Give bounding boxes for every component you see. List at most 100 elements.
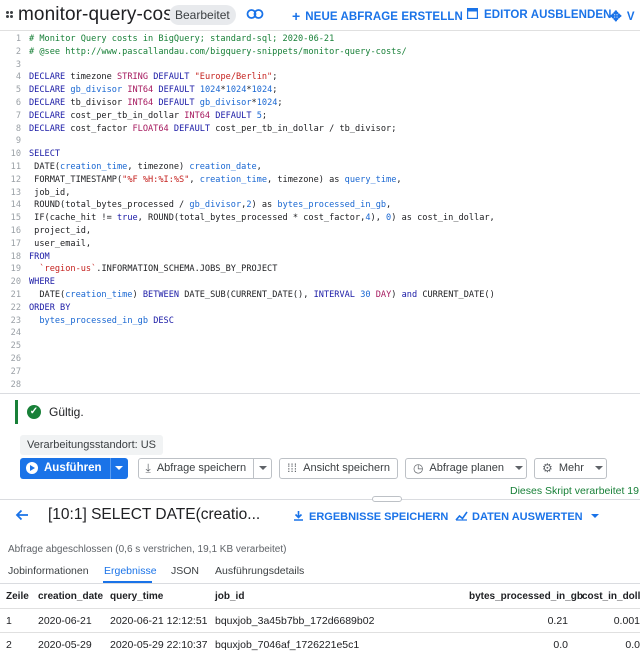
tab-json[interactable]: JSON [171,565,199,577]
code-text: ROUND(total_bytes_processed / gb_divisor… [29,200,392,211]
more-button[interactable]: ⚙ Mehr [534,457,607,479]
code-line[interactable]: 5 DECLARE gb_divisor INT64 DEFAULT 1024*1… [0,85,640,97]
run-button[interactable]: Ausführen [20,457,110,479]
column-header[interactable]: Zeile [6,584,29,609]
line-number: 18 [10,251,21,262]
code-line[interactable]: 7 DECLARE cost_per_tb_in_dollar INT64 DEF… [0,111,640,123]
tab-job-info[interactable]: Jobinformationen [8,565,89,577]
code-line[interactable]: 10 SELECT [0,149,640,161]
code-line[interactable]: 17 user_email, [0,239,640,251]
save-query-button[interactable]: ⤓ Abfrage speichern [137,457,255,479]
query-toolbar: Ausführen ⤓ Abfrage speichern ⁞⁞⁞ Ansich… [20,457,607,479]
code-line[interactable]: 6 DECLARE tb_divisor INT64 DEFAULT gb_div… [0,98,640,110]
column-header[interactable]: query_time [110,584,163,609]
code-line[interactable]: 13 job_id, [0,188,640,200]
line-number: 9 [15,136,21,147]
code-text: FORMAT_TIMESTAMP("%F %H:%I:%S", creation… [29,174,402,185]
new-query-button[interactable]: + NEUE ABFRAGE ERSTELLN [292,8,463,24]
line-number: 16 [10,226,21,236]
code-line[interactable]: 28 [0,380,640,392]
tab-execution-details[interactable]: Ausführungsdetails [215,565,304,577]
save-results-button[interactable]: ERGEBNISSE SPEICHERN [293,510,448,523]
chart-icon [455,511,468,521]
link-icon[interactable] [246,7,264,21]
grid-icon: ⁞⁞⁞ [287,461,298,475]
query-titlebar: monitor-query-costs Bearbeitet + NEUE ABF… [0,0,640,30]
script-processing-info: Dieses Skript verarbeitet 19,1 K [510,485,640,497]
code-line[interactable]: 26 [0,354,640,366]
code-text: IF(cache_hit != true, ROUND(total_bytes_… [29,213,495,224]
line-number: 23 [10,315,21,326]
save-query-dropdown[interactable] [254,457,273,479]
table-row: 2 2020-05-29 2020-05-29 22:10:37 bquxjob… [0,633,640,654]
back-arrow-icon[interactable] [14,507,30,523]
code-line[interactable]: 15 IF(cache_hit != true, ROUND(total_byt… [0,213,640,225]
code-text: # Monitor Query costs in BigQuery; stand… [29,34,335,44]
resize-handle[interactable] [372,496,402,502]
code-text: DATE(creation_time) BETWEEN DATE_SUB(CUR… [29,290,495,300]
code-line[interactable]: 2 # @see http://www.pascallandau.com/bigq… [0,47,640,59]
code-line[interactable]: 25 [0,341,640,353]
table-row: 1 2020-06-21 2020-06-21 12:12:51 bquxjob… [0,609,640,633]
line-number: 4 [15,72,21,83]
code-line[interactable]: 19 `region-us`.INFORMATION_SCHEMA.JOBS_B… [0,264,640,276]
table-header-row: Zeile creation_date query_time job_id by… [0,584,640,609]
code-line[interactable]: 16 project_id, [0,226,640,238]
line-number: 28 [10,379,21,390]
line-number: 1 [15,34,21,44]
cell-bytes-processed: 0.0 [553,639,568,651]
code-text: DECLARE cost_factor FLOAT64 DEFAULT cost… [29,123,397,134]
column-header[interactable]: job_id [215,584,244,609]
code-line[interactable]: 20 WHERE [0,277,640,289]
code-line[interactable]: 27 [0,367,640,379]
save-view-button[interactable]: ⁞⁞⁞ Ansicht speichern [279,457,398,479]
line-number: 20 [10,277,21,288]
chevron-down-icon [115,466,123,470]
chevron-down-icon [589,512,601,520]
drag-dots-icon[interactable] [6,11,16,20]
line-number: 8 [15,123,21,134]
job-status: Abfrage abgeschlossen (0,6 s verstrichen… [8,544,287,555]
clock-icon: ◷ [412,461,424,475]
validation-text: Gültig. [49,405,84,419]
code-text: user_email, [29,238,92,249]
code-text: `region-us`.INFORMATION_SCHEMA.JOBS_BY_P… [39,264,278,275]
code-line[interactable]: 4 DECLARE timezone STRING DEFAULT "Europe… [0,72,640,84]
tab-results[interactable]: Ergebnisse [104,565,157,577]
schedule-query-button[interactable]: ◷ Abfrage planen [404,457,528,479]
line-number: 27 [10,366,21,377]
cell-cost: 0.0 [625,639,640,651]
column-header[interactable]: creation_date [38,584,103,609]
download-icon: ⤓ [145,460,151,475]
line-number: 15 [10,213,21,224]
column-header[interactable]: bytes_processed_in_gb [469,584,583,609]
hide-editor-button[interactable]: EDITOR AUSBLENDEN [466,7,612,21]
code-line[interactable]: 22 ORDER BY [0,303,640,315]
code-line[interactable]: 3 [0,60,640,72]
sql-editor[interactable]: 1 # Monitor Query costs in BigQuery; stan… [0,30,640,394]
code-line[interactable]: 12 FORMAT_TIMESTAMP("%F %H:%I:%S", creat… [0,175,640,187]
code-line[interactable]: 1 # Monitor Query costs in BigQuery; stan… [0,34,640,46]
code-line[interactable]: 21 DATE(creation_time) BETWEEN DATE_SUB(… [0,290,640,302]
cell-bytes-processed: 0.21 [547,615,568,627]
line-number: 12 [10,174,21,185]
code-line[interactable]: 18 FROM [0,252,640,264]
panel-divider [0,499,640,500]
processing-location[interactable]: Verarbeitungsstandort: US [20,435,164,455]
code-line[interactable]: 9 [0,136,640,148]
run-dropdown-button[interactable] [109,457,128,479]
code-line[interactable]: 8 DECLARE cost_factor FLOAT64 DEFAULT cos… [0,124,640,136]
code-line[interactable]: 24 [0,328,640,340]
code-line[interactable]: 23 bytes_processed_in_gb DESC [0,316,640,328]
more-header-button[interactable]: ✥ V [610,8,635,25]
column-header[interactable]: cost_in_dollar [582,584,640,609]
explore-data-button[interactable]: DATEN AUSWERTEN [455,510,601,523]
cell-query-time: 2020-06-21 12:12:51 [110,615,208,627]
edited-chip: Bearbeitet [169,5,236,25]
results-title: [10:1] SELECT DATE(creatio... [48,506,261,523]
save-download-icon [294,511,303,521]
line-number: 6 [15,98,21,108]
code-line[interactable]: 11 DATE(creation_time, timezone) creatio… [0,162,640,174]
code-line[interactable]: 14 ROUND(total_bytes_processed / gb_divi… [0,200,640,212]
code-text: DECLARE tb_divisor INT64 DEFAULT gb_divi… [29,98,283,108]
